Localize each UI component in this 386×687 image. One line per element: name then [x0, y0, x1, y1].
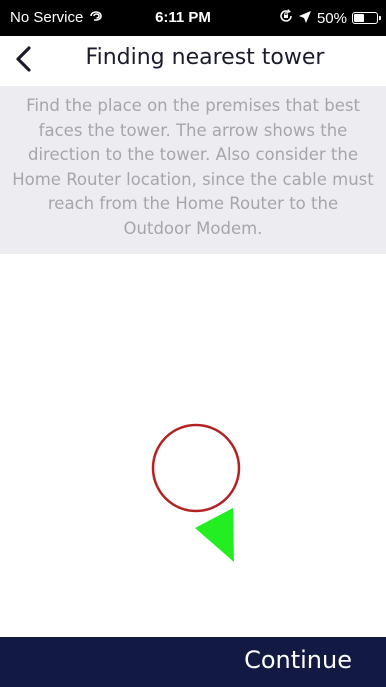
- battery-level-fill: [354, 14, 364, 22]
- tower-direction-indicator: [140, 420, 250, 570]
- instructions-panel: Find the place on the premises that best…: [0, 86, 386, 254]
- orientation-lock-icon: [279, 9, 293, 27]
- status-bar: No Service 6:11 PM 50%: [0, 0, 386, 36]
- battery-icon: [352, 12, 381, 24]
- location-arrow-icon: [298, 10, 311, 27]
- instructions-text: Find the place on the premises that best…: [12, 96, 374, 238]
- navigation-bar: Finding nearest tower: [0, 36, 386, 82]
- footer-bar: Continue: [0, 637, 386, 687]
- battery-percent-label: 50%: [316, 9, 347, 27]
- status-right: 50%: [279, 9, 381, 27]
- continue-button[interactable]: Continue: [244, 646, 352, 674]
- page-title: Finding nearest tower: [85, 45, 325, 70]
- position-ring-icon: [151, 423, 241, 513]
- tower-direction-arrow-icon: [195, 508, 234, 562]
- time-label: 6:11 PM: [155, 9, 211, 26]
